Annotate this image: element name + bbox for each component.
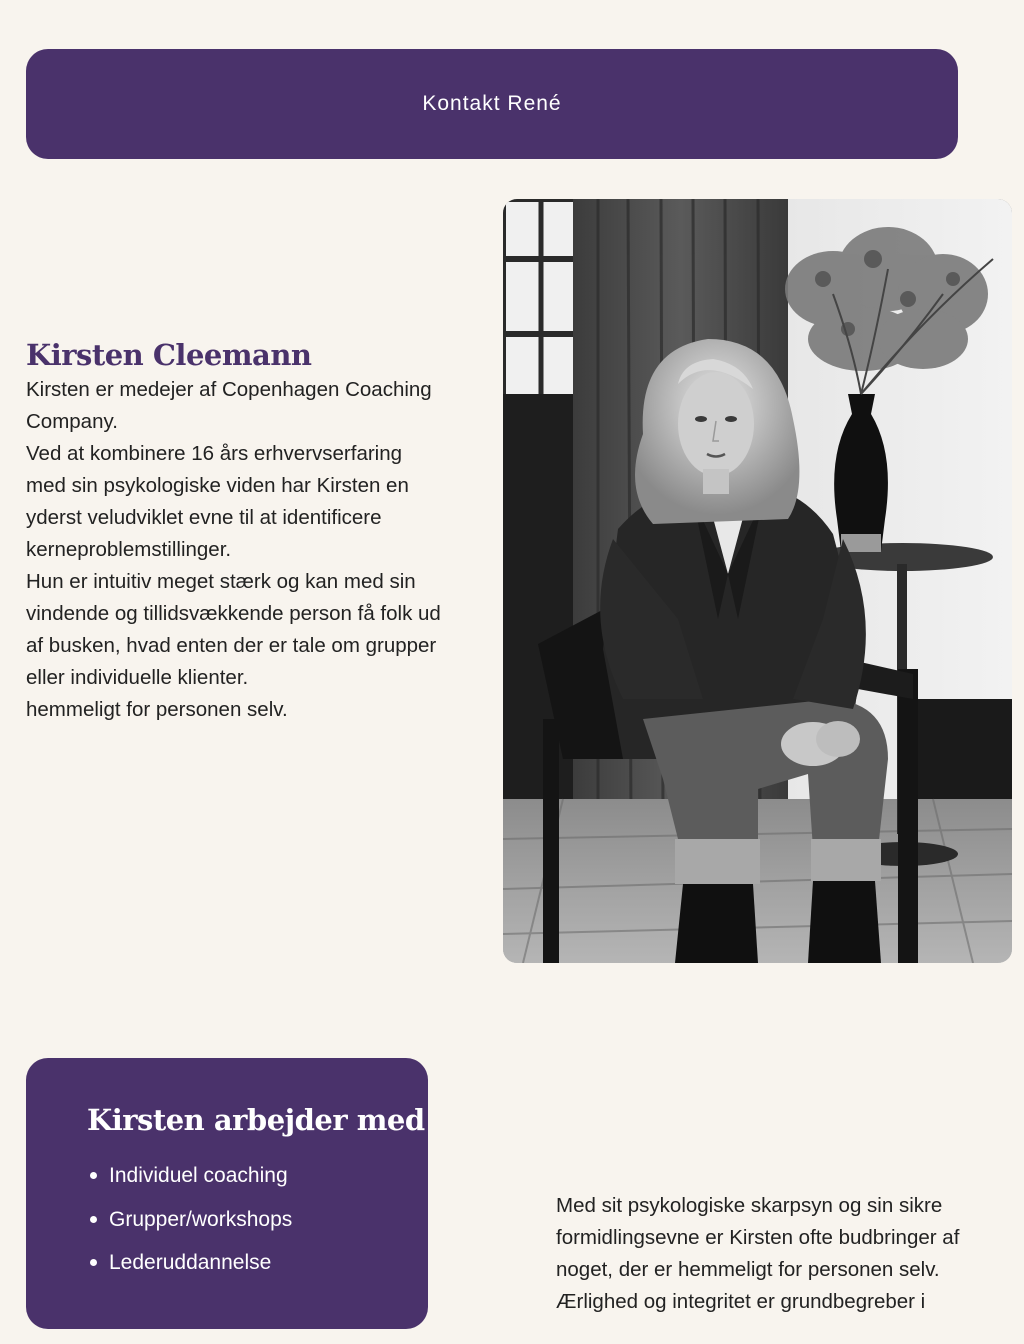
side-text-section: Med sit psykologiske skarpsyn og sin sik… bbox=[556, 1190, 966, 1318]
side-paragraph: Med sit psykologiske skarpsyn og sin sik… bbox=[556, 1194, 960, 1281]
bio-text: Kirsten er medejer af Copenhagen Coachin… bbox=[26, 374, 446, 726]
works-list-item: Individuel coaching bbox=[87, 1154, 428, 1198]
bio-paragraph: Hun er intuitiv meget stærk og kan med s… bbox=[26, 570, 441, 689]
works-item-label: Grupper/workshops bbox=[109, 1207, 293, 1231]
bio-name-heading: Kirsten Cleemann bbox=[26, 338, 312, 372]
bullet-icon bbox=[90, 1215, 97, 1223]
bio-paragraph: Kirsten er medejer af Copenhagen Coachin… bbox=[26, 378, 432, 433]
portrait-photo bbox=[503, 199, 1012, 963]
works-title: Kirsten arbejder med bbox=[87, 1103, 425, 1137]
works-item-label: Individuel coaching bbox=[109, 1164, 288, 1187]
works-list-item: Grupper/workshops bbox=[87, 1198, 428, 1242]
contact-rene-button[interactable]: Kontakt René bbox=[26, 49, 958, 159]
works-list-item: Lederuddannelse bbox=[87, 1241, 428, 1285]
portrait-illustration bbox=[503, 199, 1012, 963]
bio-paragraph: Ved at kombinere 16 års erhvervserfaring… bbox=[26, 442, 409, 561]
side-paragraph: Ærlighed og integritet er grundbegreber … bbox=[556, 1290, 926, 1313]
works-with-card: Kirsten arbejder med Individuel coaching… bbox=[26, 1058, 428, 1329]
contact-button-label: Kontakt René bbox=[422, 92, 562, 115]
works-list: Individuel coaching Grupper/workshops Le… bbox=[87, 1154, 428, 1285]
bullet-icon bbox=[90, 1259, 97, 1267]
works-item-label: Lederuddannelse bbox=[109, 1251, 272, 1274]
bio-paragraph: hemmeligt for personen selv. bbox=[26, 698, 288, 721]
bio-section: Kirsten Cleemann Kirsten er medejer af C… bbox=[26, 336, 446, 726]
bullet-icon bbox=[90, 1172, 97, 1180]
